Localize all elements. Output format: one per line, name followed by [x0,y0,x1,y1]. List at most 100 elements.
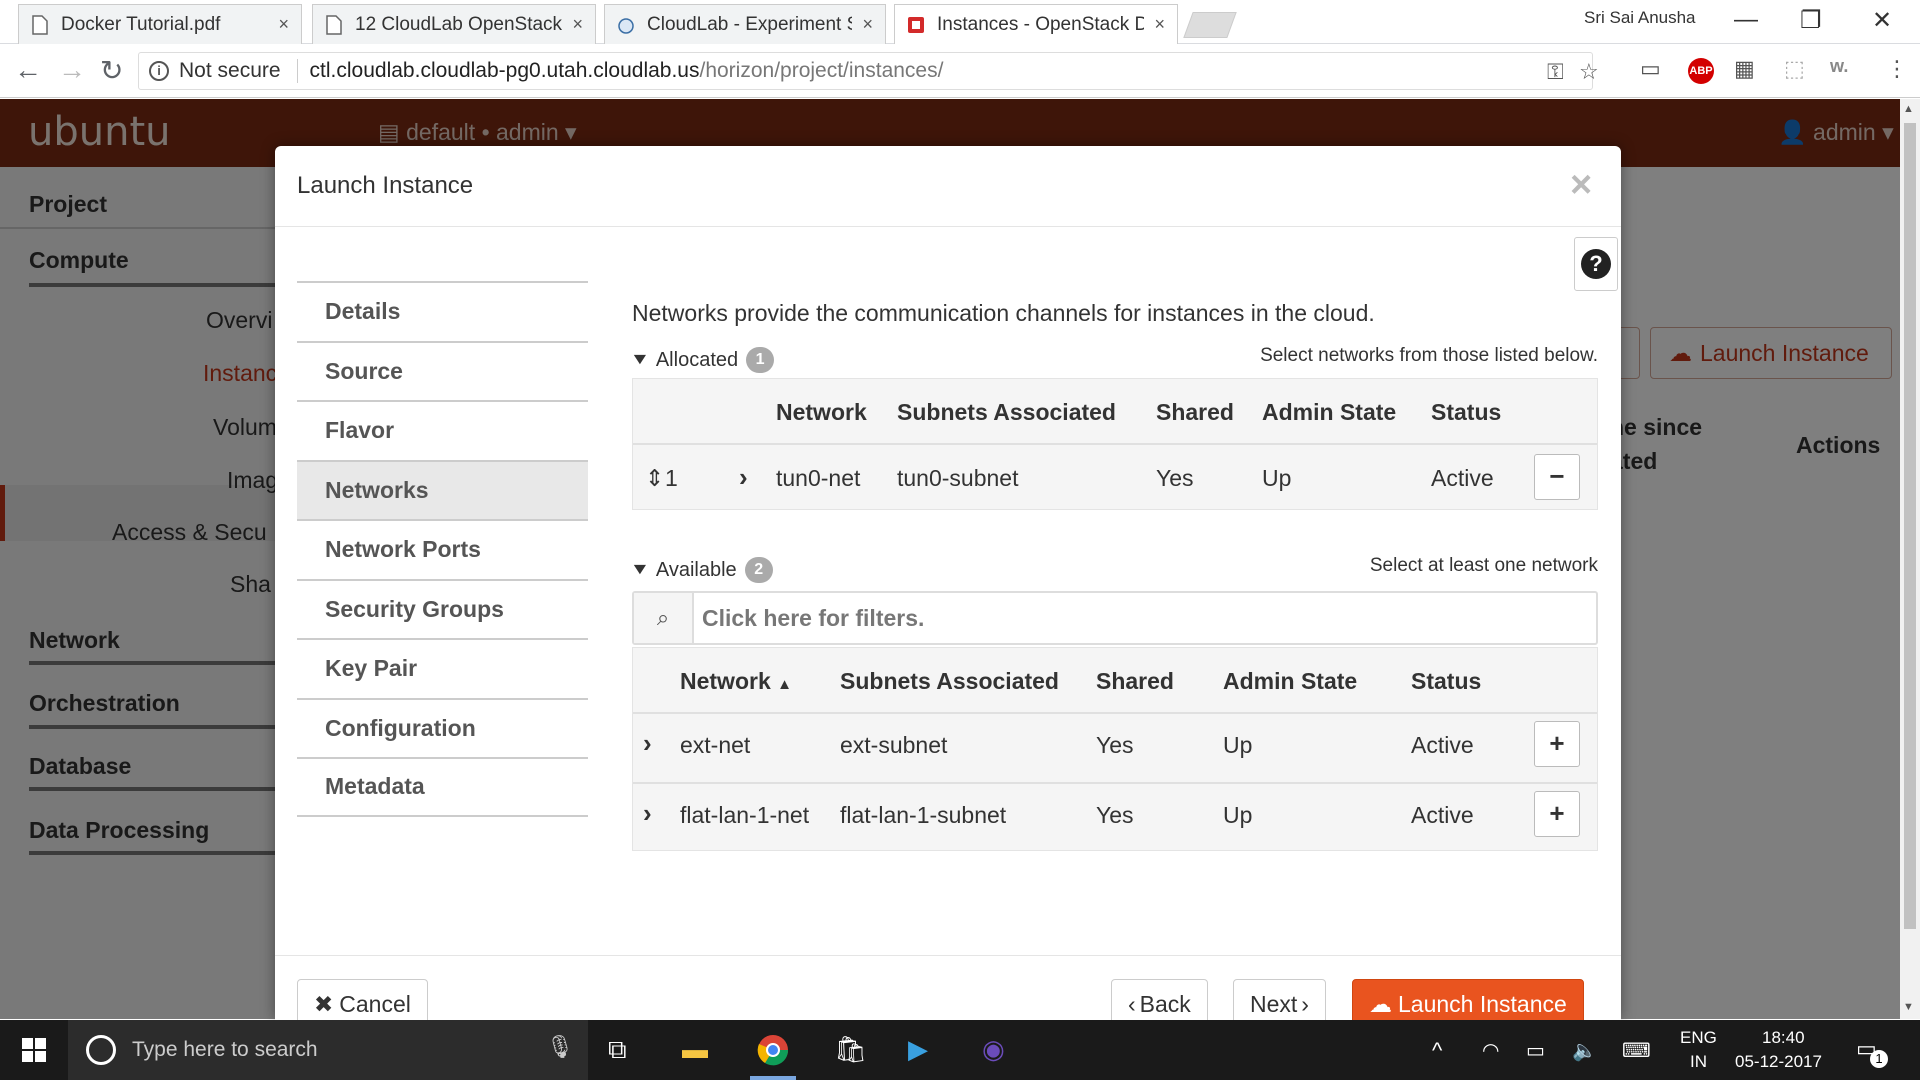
wifi-icon[interactable]: ◠ [1482,1038,1499,1063]
column-header-subnets[interactable]: Subnets Associated [840,668,1059,695]
wizard-step-details[interactable]: Details [297,281,588,341]
notification-count: 1 [1870,1050,1888,1068]
allocate-button[interactable]: + [1534,791,1580,837]
tab-docker-tutorial[interactable]: Docker Tutorial.pdf × [18,4,302,44]
subnet-name: ext-subnet [840,732,948,758]
allocate-button[interactable]: + [1534,721,1580,767]
url-input[interactable]: i Not secure ctl.cloudlab.cloudlab-pg0.u… [138,52,1599,90]
w-extension-icon[interactable]: w. [1830,56,1848,77]
restore-icon[interactable]: ❐ [1800,6,1822,35]
wizard-step-metadata[interactable]: Metadata [297,757,588,817]
volume-icon[interactable]: 🔈 [1572,1038,1597,1063]
status-value: Active [1431,465,1494,491]
divider [296,59,298,83]
launch-instance-button[interactable]: ☁ Launch Instance [1352,979,1584,1020]
chevron-down-icon: ▼ [629,351,651,368]
tab-instances-openstack[interactable]: Instances - OpenStack D × [894,4,1178,44]
tab-cloudlab-openstack[interactable]: 12 CloudLab OpenStack × [312,4,596,44]
cast-icon[interactable]: ▭ [1640,56,1661,82]
chevron-right-icon[interactable]: › [739,462,748,493]
wizard-step-source[interactable]: Source [297,340,588,401]
column-header-admin-state[interactable]: Admin State [1223,668,1357,695]
battery-icon[interactable]: ▭ [1526,1038,1545,1063]
tab-title: Docker Tutorial.pdf [61,13,221,35]
search-icon: ⌕ [634,593,694,643]
clock-time[interactable]: 18:40 [1762,1028,1805,1048]
task-view-icon[interactable]: ⧉ [608,1034,627,1066]
eclipse-icon[interactable]: ◉ [982,1034,1005,1065]
help-button[interactable]: ? [1574,237,1618,291]
browser-tab-bar: Docker Tutorial.pdf × 12 CloudLab OpenSt… [0,0,1920,44]
chrome-icon[interactable] [757,1034,789,1066]
taskbar-search[interactable]: Type here to search 🎙 [68,1020,588,1080]
modal-title: Launch Instance [297,172,474,199]
tab-cloudlab-experiment[interactable]: CloudLab - Experiment S × [604,4,886,44]
next-button[interactable]: Next › [1233,979,1326,1020]
wizard-step-network-ports[interactable]: Network Ports [297,519,588,579]
back-arrow-icon[interactable]: ← [14,54,42,86]
chevron-down-icon: ▼ [629,561,651,578]
tab-close-icon[interactable]: × [1154,14,1165,35]
column-header-status[interactable]: Status [1411,668,1481,695]
security-status[interactable]: Not secure [179,59,281,83]
adblock-icon[interactable]: ABP [1688,58,1714,84]
back-label: Back [1139,990,1191,1017]
column-header-shared[interactable]: Shared [1096,668,1174,695]
chevron-right-icon[interactable]: › [643,728,652,759]
forward-arrow-icon[interactable]: → [58,54,86,86]
new-tab-button[interactable] [1183,12,1237,38]
wizard-step-flavor[interactable]: Flavor [297,400,588,460]
cancel-button[interactable]: ✖ Cancel [297,979,428,1020]
media-player-icon[interactable]: ▶ [908,1034,928,1065]
allocated-label: Allocated [655,348,739,371]
star-icon[interactable]: ☆ [1579,59,1599,85]
scroll-up-icon[interactable]: ▲ [1903,103,1914,115]
close-icon[interactable]: × [1570,164,1592,207]
film-icon[interactable]: ▦ [1734,56,1755,82]
filter-search[interactable]: ⌕ Click here for filters. [632,591,1598,645]
windows-start-icon[interactable] [22,1038,46,1062]
tab-close-icon[interactable]: × [862,14,873,35]
clock-date[interactable]: 05-12-2017 [1735,1052,1822,1072]
reload-icon[interactable]: ↻ [100,54,123,87]
language-bottom[interactable]: IN [1690,1052,1707,1072]
available-toggle[interactable]: ▼ Available 2 [629,557,773,583]
allocated-table: Network Subnets Associated Shared Admin … [632,378,1598,510]
column-header-network-sortable[interactable]: Network ▲ [680,668,792,695]
close-window-icon[interactable]: ✕ [1872,6,1892,35]
scroll-down-icon[interactable]: ▼ [1903,1001,1914,1013]
microphone-icon[interactable]: 🎙 [546,1034,574,1060]
profile-name[interactable]: Sri Sai Anusha [1584,8,1696,28]
tab-close-icon[interactable]: × [572,14,583,35]
flask-icon [618,17,634,34]
pdf-icon[interactable]: ⬚ [1784,56,1805,82]
page-scrollbar[interactable]: ▲ ▼ [1900,99,1920,1019]
wizard-step-configuration[interactable]: Configuration [297,697,588,758]
wizard-nav: Details Source Flavor Networks Network P… [297,281,588,817]
wizard-step-key-pair[interactable]: Key Pair [297,638,588,698]
keyboard-icon[interactable]: ⌨ [1622,1038,1651,1063]
menu-icon[interactable]: ⋮ [1886,56,1908,82]
subnet-name: tun0-subnet [897,465,1019,491]
language-top[interactable]: ENG [1680,1028,1717,1048]
wizard-step-security-groups[interactable]: Security Groups [297,578,588,639]
address-bar-row: ← → ↻ i Not secure ctl.cloudlab.cloudlab… [0,44,1920,98]
column-header-admin-state: Admin State [1262,399,1397,425]
scrollbar-thumb[interactable] [1904,123,1916,929]
tab-title: CloudLab - Experiment S [647,13,853,35]
drag-handle-icon[interactable]: ⇕ [645,465,664,492]
minimize-icon[interactable]: — [1734,6,1758,34]
allocated-toggle[interactable]: ▼ Allocated 1 [629,347,775,373]
wizard-step-networks[interactable]: Networks [297,459,588,519]
key-icon[interactable]: ⚿ [1547,59,1564,85]
deallocate-button[interactable]: − [1534,454,1580,500]
chevron-up-icon[interactable]: ^ [1432,1038,1442,1064]
tab-close-icon[interactable]: × [278,14,289,35]
file-explorer-icon[interactable]: ▬ [682,1034,708,1065]
tab-title: Instances - OpenStack D [937,13,1145,35]
active-app-indicator [750,1076,796,1080]
info-icon[interactable]: i [149,61,169,81]
chevron-right-icon[interactable]: › [643,798,652,829]
store-icon[interactable]: 🛍 [834,1034,867,1065]
back-button[interactable]: ‹ Back [1111,979,1208,1020]
